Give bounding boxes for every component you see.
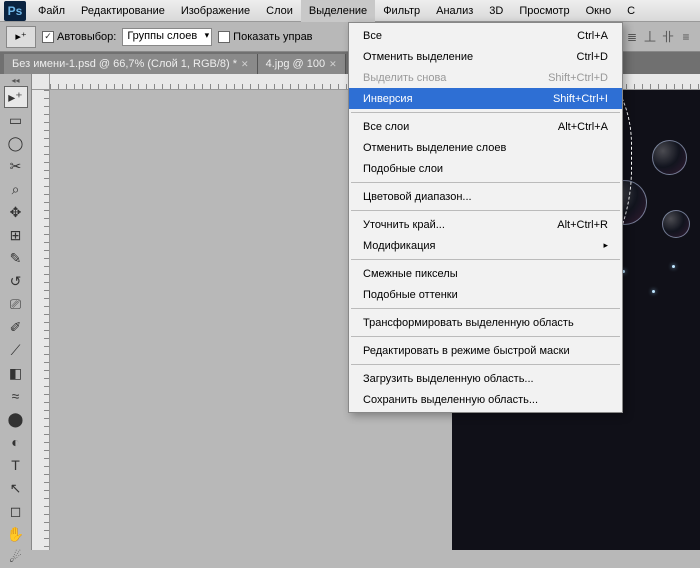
align-icon[interactable]: ≡ (678, 29, 694, 45)
tool-button[interactable]: ▸⁺ (4, 86, 28, 108)
menu-item[interactable]: Отменить выделение слоев (349, 137, 622, 158)
auto-select-dropdown[interactable]: Группы слоев (122, 28, 212, 46)
menu-редактирование[interactable]: Редактирование (73, 0, 173, 22)
tool-button[interactable]: ☄ (4, 546, 28, 568)
menu-item[interactable]: Трансформировать выделенную область (349, 312, 622, 333)
tool-preset-picker[interactable]: ▸⁺ (6, 26, 36, 48)
menu-окно[interactable]: Окно (578, 0, 620, 22)
tool-button[interactable]: ⎚ (4, 293, 28, 315)
menu-separator (351, 308, 620, 309)
tool-button[interactable]: ⟋ (4, 339, 28, 361)
align-icon[interactable]: ≣ (624, 29, 640, 45)
menu-item[interactable]: Уточнить край...Alt+Ctrl+R (349, 214, 622, 235)
menu-separator (351, 364, 620, 365)
tool-button[interactable]: ◧ (4, 362, 28, 384)
menu-item[interactable]: ИнверсияShift+Ctrl+I (349, 88, 622, 109)
shortcut-label: Alt+Ctrl+A (558, 121, 608, 133)
menu-separator (351, 182, 620, 183)
panel-collapse-icon[interactable]: ◂◂ (2, 76, 30, 85)
tool-button[interactable]: ◻ (4, 500, 28, 522)
menu-separator (351, 210, 620, 211)
tool-button[interactable]: ◯ (4, 132, 28, 154)
tool-button[interactable]: ↖ (4, 477, 28, 499)
ruler-vertical (32, 90, 50, 550)
menu-item[interactable]: Редактировать в режиме быстрой маски (349, 340, 622, 361)
menu-item[interactable]: Сохранить выделенную область... (349, 389, 622, 410)
tool-button[interactable]: ✂ (4, 155, 28, 177)
shortcut-label: Shift+Ctrl+I (553, 93, 608, 105)
selection-menu-dropdown: ВсеCtrl+AОтменить выделениеCtrl+DВыделит… (348, 22, 623, 413)
menu-изображение[interactable]: Изображение (173, 0, 258, 22)
tool-button[interactable]: ◐ (4, 431, 28, 453)
menu-item[interactable]: Отменить выделениеCtrl+D (349, 46, 622, 67)
menu-выделение[interactable]: Выделение (301, 0, 375, 22)
toolbox: ◂◂ ▸⁺▭◯✂⌕✥⊞✎↺⎚✐⟋◧≈⬤◐T↖◻✋☄ (0, 74, 32, 550)
document-tab[interactable]: 4.jpg @ 100✕ (258, 54, 346, 74)
menu-item[interactable]: Подобные оттенки (349, 284, 622, 305)
tool-button[interactable]: T (4, 454, 28, 476)
tool-button[interactable]: ⬤ (4, 408, 28, 430)
menu-separator (351, 336, 620, 337)
tool-button[interactable]: ▭ (4, 109, 28, 131)
menu-слои[interactable]: Слои (258, 0, 301, 22)
shortcut-label: Alt+Ctrl+R (557, 219, 608, 231)
menu-separator (351, 259, 620, 260)
menu-item[interactable]: Модификация (349, 235, 622, 256)
menu-item[interactable]: ВсеCtrl+A (349, 25, 622, 46)
shortcut-label: Ctrl+D (577, 51, 608, 63)
tool-button[interactable]: ✋ (4, 523, 28, 545)
app-logo: Ps (4, 1, 26, 21)
menu-3d[interactable]: 3D (481, 0, 511, 22)
menu-анализ[interactable]: Анализ (428, 0, 481, 22)
menu-separator (351, 112, 620, 113)
menu-item[interactable]: Подобные слои (349, 158, 622, 179)
menu-item: Выделить сноваShift+Ctrl+D (349, 67, 622, 88)
close-icon[interactable]: ✕ (329, 59, 337, 70)
align-icon[interactable]: 卝 (660, 29, 676, 45)
document-tab[interactable]: Без имени-1.psd @ 66,7% (Слой 1, RGB/8) … (4, 54, 258, 74)
menu-фильтр[interactable]: Фильтр (375, 0, 428, 22)
ruler-corner (32, 74, 50, 90)
menu-item[interactable]: Смежные пикселы (349, 263, 622, 284)
tool-button[interactable]: ⊞ (4, 224, 28, 246)
close-icon[interactable]: ✕ (241, 59, 249, 70)
menu-item[interactable]: Все слоиAlt+Ctrl+A (349, 116, 622, 137)
auto-select-label: Автовыбор: (57, 31, 116, 43)
menu-файл[interactable]: Файл (30, 0, 73, 22)
shortcut-label: Shift+Ctrl+D (548, 72, 608, 84)
tool-button[interactable]: ↺ (4, 270, 28, 292)
menu-с[interactable]: С (619, 0, 643, 22)
menu-bar: Ps ФайлРедактированиеИзображениеСлоиВыде… (0, 0, 700, 22)
menu-item[interactable]: Загрузить выделенную область... (349, 368, 622, 389)
align-icon[interactable]: 丄 (642, 29, 658, 45)
tool-button[interactable]: ✎ (4, 247, 28, 269)
tool-button[interactable]: ≈ (4, 385, 28, 407)
auto-select-checkbox[interactable]: ✓ (42, 31, 54, 43)
shortcut-label: Ctrl+A (577, 30, 608, 42)
tool-button[interactable]: ✥ (4, 201, 28, 223)
show-controls-label: Показать управ (233, 31, 312, 43)
show-controls-checkbox[interactable] (218, 31, 230, 43)
tool-button[interactable]: ✐ (4, 316, 28, 338)
menu-просмотр[interactable]: Просмотр (511, 0, 577, 22)
menu-item[interactable]: Цветовой диапазон... (349, 186, 622, 207)
tool-button[interactable]: ⌕ (4, 178, 28, 200)
